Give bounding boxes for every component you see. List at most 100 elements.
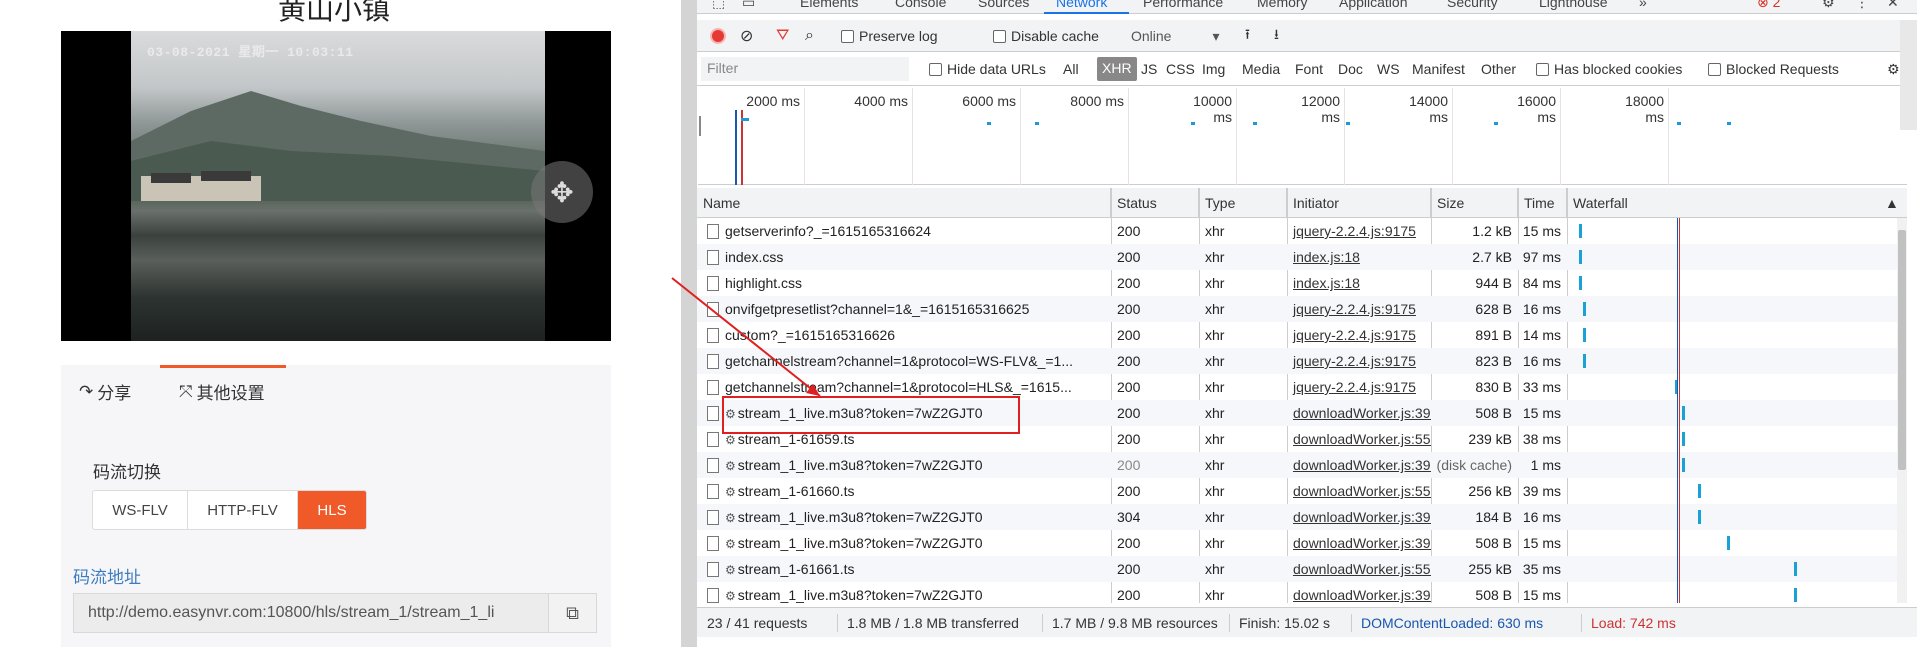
table-row[interactable]: onvifgetpresetlist?channel=1&_=161516531… bbox=[697, 296, 1907, 322]
blocked-cookies-checkbox[interactable] bbox=[1536, 62, 1549, 76]
initiator-link[interactable]: downloadWorker.js:558 bbox=[1293, 561, 1431, 577]
initiator-link[interactable]: jquery-2.2.4.js:9175 bbox=[1293, 379, 1416, 395]
kebab-menu-icon[interactable]: ⋮ bbox=[1855, 0, 1869, 11]
blocked-cookies-toggle[interactable]: Has blocked cookies bbox=[1536, 61, 1682, 77]
stream-option-ws-flv[interactable]: WS-FLV bbox=[93, 491, 188, 529]
column-time[interactable]: Time bbox=[1518, 188, 1567, 218]
copy-icon[interactable]: ⧉ bbox=[548, 594, 596, 632]
settings-panel: ↷ 分享 ⤧ 其他设置 码流切换 WS-FLV HTTP-FLV HLS 码流地… bbox=[61, 365, 611, 647]
timeline-overview[interactable]: 2000 ms 4000 ms 6000 ms 8000 ms 10000 ms 1200… bbox=[697, 88, 1907, 185]
disable-cache-checkbox[interactable] bbox=[993, 29, 1006, 43]
table-row[interactable]: custom?_=1615165316626 200 xhr jquery-2.2.4… bbox=[697, 322, 1907, 348]
column-waterfall[interactable]: Waterfall bbox=[1567, 188, 1897, 218]
request-name: stream_1_live.m3u8?token=7wZ2GJT0 bbox=[737, 509, 983, 525]
initiator-link[interactable]: index.js:18 bbox=[1293, 275, 1360, 291]
filter-type-all[interactable]: All bbox=[1063, 61, 1079, 77]
tab-other-settings[interactable]: ⤧ 其他设置 bbox=[179, 379, 265, 404]
devtools-divider[interactable] bbox=[681, 0, 697, 647]
column-size[interactable]: Size bbox=[1431, 188, 1518, 218]
preserve-log-checkbox[interactable] bbox=[841, 29, 854, 43]
download-icon[interactable]: ⭳ bbox=[1274, 20, 1279, 52]
filter-type-ws[interactable]: WS bbox=[1377, 61, 1400, 77]
more-tabs-icon[interactable]: » bbox=[1639, 0, 1647, 10]
filter-type-js[interactable]: JS bbox=[1141, 61, 1157, 77]
initiator-link[interactable]: downloadWorker.js:558 bbox=[1293, 483, 1431, 499]
blocked-requests-checkbox[interactable] bbox=[1708, 62, 1721, 76]
network-settings-icon[interactable]: ⚙ bbox=[1887, 61, 1900, 78]
disable-cache-toggle[interactable]: Disable cache bbox=[993, 20, 1099, 52]
table-row[interactable]: ⚙ stream_1-61661.ts 200 xhr downloadWorker.j… bbox=[697, 556, 1907, 582]
gear-icon[interactable]: ⚙ bbox=[1822, 0, 1835, 11]
filter-type-media[interactable]: Media bbox=[1242, 61, 1280, 77]
filter-type-css[interactable]: CSS bbox=[1166, 61, 1195, 77]
tab-console[interactable]: Console bbox=[895, 0, 946, 10]
hide-data-urls-toggle[interactable]: Hide data URLs bbox=[929, 61, 1046, 77]
filter-input[interactable]: Filter bbox=[701, 57, 909, 81]
column-name[interactable]: Name bbox=[697, 188, 1111, 218]
initiator-link[interactable]: jquery-2.2.4.js:9175 bbox=[1293, 353, 1416, 369]
scrollbar-thumb[interactable] bbox=[1898, 230, 1906, 470]
filter-icon[interactable]: ⛛ bbox=[776, 20, 789, 52]
clear-icon[interactable]: ⊘ bbox=[740, 20, 753, 52]
table-row[interactable]: highlight.css 200 xhr index.js:18 944 B 84 ms bbox=[697, 270, 1907, 296]
table-row[interactable]: index.css 200 xhr index.js:18 2.7 kB 97 ms bbox=[697, 244, 1907, 270]
stream-switch-label: 码流切换 bbox=[93, 463, 161, 482]
filter-type-manifest[interactable]: Manifest bbox=[1412, 61, 1465, 77]
column-type[interactable]: Type bbox=[1199, 188, 1287, 218]
tab-performance[interactable]: Performance bbox=[1143, 0, 1223, 10]
column-status[interactable]: Status bbox=[1111, 188, 1199, 218]
table-row[interactable]: ⚙ stream_1_live.m3u8?token=7wZ2GJT0 200 xhr… bbox=[697, 582, 1907, 608]
table-row[interactable]: getserverinfo?_=1615165316624 200 xhr jquer… bbox=[697, 218, 1907, 244]
tab-memory[interactable]: Memory bbox=[1257, 0, 1308, 10]
filter-type-doc[interactable]: Doc bbox=[1338, 61, 1363, 77]
table-row[interactable]: ⚙ stream_1_live.m3u8?token=7wZ2GJT0 200 xhr… bbox=[697, 530, 1907, 556]
tab-lighthouse[interactable]: Lighthouse bbox=[1539, 0, 1608, 10]
ptz-control-icon[interactable]: ✥ bbox=[531, 161, 593, 223]
table-row[interactable]: ⚙ stream_1_live.m3u8?token=7wZ2GJT0 200 xhr… bbox=[697, 452, 1907, 478]
initiator-link[interactable]: jquery-2.2.4.js:9175 bbox=[1293, 327, 1416, 343]
blocked-requests-toggle[interactable]: Blocked Requests bbox=[1708, 61, 1839, 77]
device-toolbar-icon[interactable]: ▭ bbox=[742, 0, 755, 11]
filter-type-xhr[interactable]: XHR bbox=[1097, 57, 1137, 81]
stream-option-hls[interactable]: HLS bbox=[298, 491, 366, 529]
initiator-link[interactable]: jquery-2.2.4.js:9175 bbox=[1293, 223, 1416, 239]
throttle-select[interactable]: Online ▾ bbox=[1131, 20, 1220, 52]
initiator-link[interactable]: downloadWorker.js:395 bbox=[1293, 509, 1431, 525]
stream-url-label: 码流地址 bbox=[73, 568, 141, 587]
hide-data-urls-checkbox[interactable] bbox=[929, 62, 942, 76]
cell-size: 508 B bbox=[1475, 587, 1512, 603]
column-initiator[interactable]: Initiator bbox=[1287, 188, 1431, 218]
table-row[interactable]: ⚙ stream_1_live.m3u8?token=7wZ2GJT0 304 xhr… bbox=[697, 504, 1907, 530]
initiator-link[interactable]: downloadWorker.js:395 bbox=[1293, 535, 1431, 551]
initiator-link[interactable]: downloadWorker.js:558 bbox=[1293, 431, 1431, 447]
filter-type-img[interactable]: Img bbox=[1202, 61, 1225, 77]
table-row[interactable]: ⚙ stream_1-61660.ts 200 xhr downloadWorker.j… bbox=[697, 478, 1907, 504]
stream-url-value[interactable]: http://demo.easynvr.com:10800/hls/stream… bbox=[74, 594, 548, 632]
close-icon[interactable]: ✕ bbox=[1887, 0, 1899, 11]
tab-security[interactable]: Security bbox=[1447, 0, 1498, 10]
initiator-link[interactable]: downloadWorker.js:395 bbox=[1293, 457, 1431, 473]
table-row[interactable]: getchannelstream?channel=1&protocol=WS-F… bbox=[697, 348, 1907, 374]
initiator-link[interactable]: index.js:18 bbox=[1293, 249, 1360, 265]
tab-sources[interactable]: Sources bbox=[978, 0, 1029, 10]
stream-url-field[interactable]: http://demo.easynvr.com:10800/hls/stream… bbox=[73, 593, 597, 633]
upload-icon[interactable]: ⭱ bbox=[1245, 20, 1250, 52]
record-button[interactable] bbox=[710, 20, 726, 52]
stream-option-http-flv[interactable]: HTTP-FLV bbox=[188, 491, 298, 529]
video-player[interactable]: 03-08-2021 星期一 10:03:11 ✥ bbox=[61, 31, 611, 341]
inspect-icon[interactable]: ⬚ bbox=[712, 0, 725, 11]
table-scrollbar[interactable] bbox=[1897, 218, 1907, 603]
filter-type-other[interactable]: Other bbox=[1481, 61, 1516, 77]
tab-network[interactable]: Network bbox=[1056, 0, 1107, 10]
search-icon[interactable]: ⌕ bbox=[805, 20, 814, 52]
tab-share[interactable]: ↷ 分享 bbox=[79, 379, 131, 404]
sort-arrow-icon[interactable]: ▲ bbox=[1883, 188, 1907, 218]
initiator-link[interactable]: downloadWorker.js:395 bbox=[1293, 405, 1431, 421]
error-badge[interactable]: ⊗ 2 bbox=[1757, 0, 1780, 11]
filter-type-font[interactable]: Font bbox=[1295, 61, 1323, 77]
initiator-link[interactable]: downloadWorker.js:395 bbox=[1293, 587, 1431, 603]
tab-elements[interactable]: Elements bbox=[800, 0, 858, 10]
tab-application[interactable]: Application bbox=[1339, 0, 1408, 10]
preserve-log-toggle[interactable]: Preserve log bbox=[841, 20, 938, 52]
initiator-link[interactable]: jquery-2.2.4.js:9175 bbox=[1293, 301, 1416, 317]
